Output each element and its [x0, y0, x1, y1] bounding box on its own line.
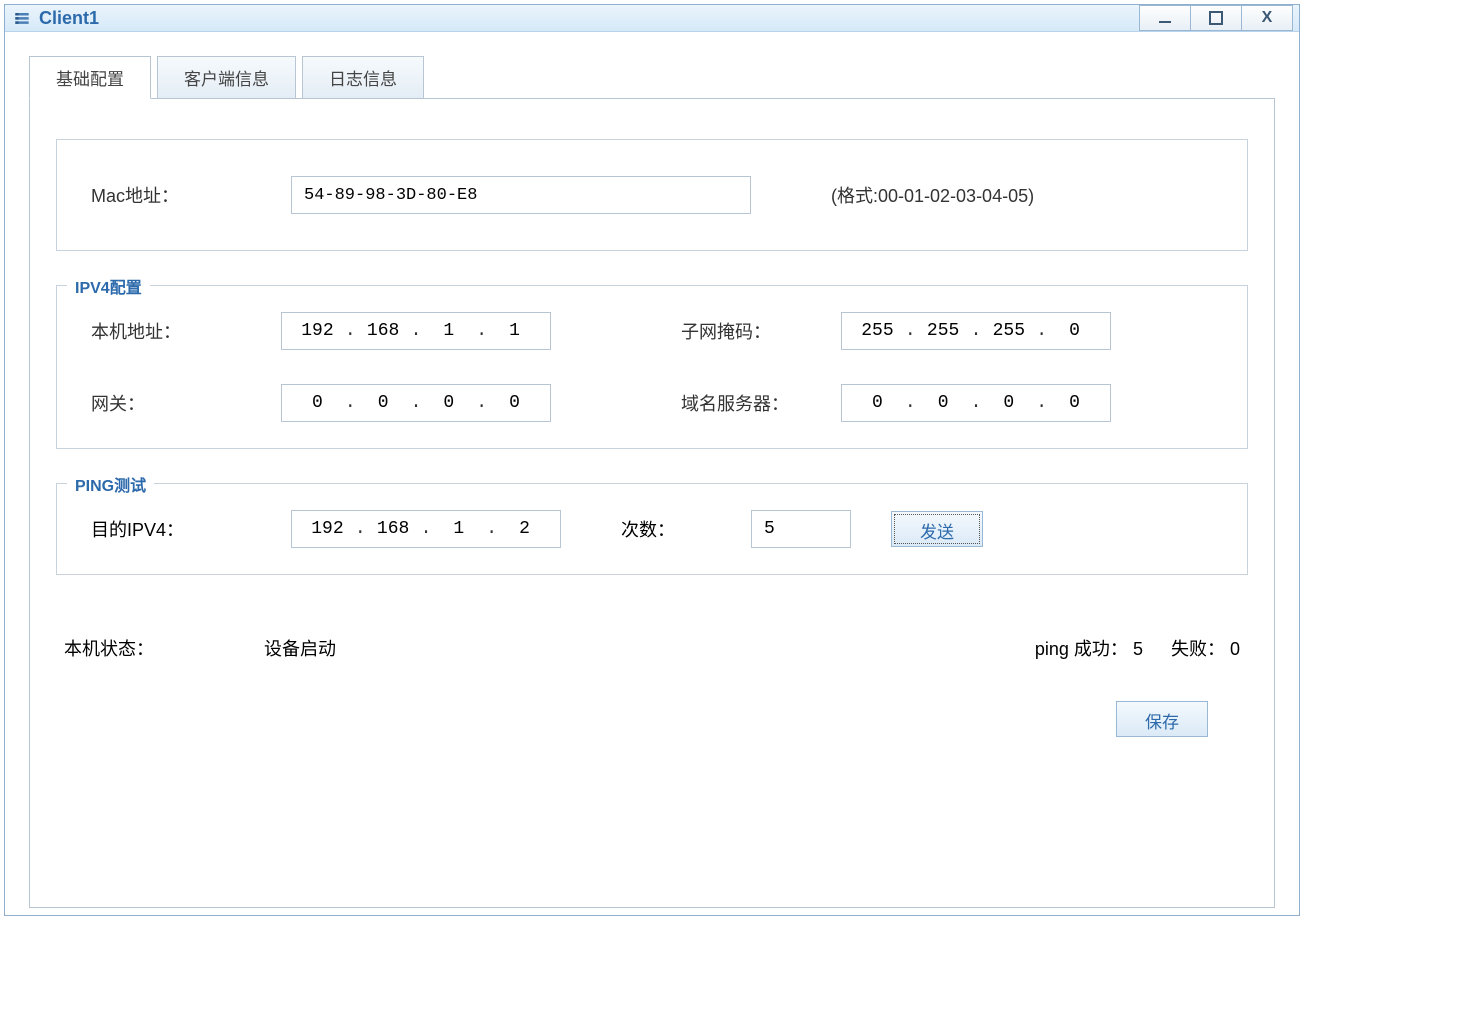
- ip-octet[interactable]: [857, 393, 897, 413]
- ip-octet[interactable]: [429, 393, 469, 413]
- dns-label: 域名服务器：: [681, 390, 841, 416]
- window-controls: X: [1140, 5, 1293, 31]
- gateway-label: 网关：: [91, 390, 281, 416]
- mask-label: 子网掩码：: [681, 318, 841, 344]
- minimize-button[interactable]: [1139, 5, 1191, 31]
- app-window: Client1 X 基础配置 客户端信息 日志信息 Mac地址： (格式:00-…: [4, 4, 1300, 916]
- count-label: 次数：: [621, 516, 751, 542]
- tab-basic-config[interactable]: 基础配置: [29, 56, 151, 99]
- ip-octet[interactable]: [505, 519, 545, 539]
- ip-octet[interactable]: [429, 321, 469, 341]
- tab-log-info[interactable]: 日志信息: [302, 56, 424, 98]
- gateway-input[interactable]: . . .: [281, 384, 551, 422]
- ping-fail-label: 失败：: [1171, 639, 1225, 659]
- status-label: 本机状态：: [64, 635, 264, 661]
- status-row: 本机状态： 设备启动 ping 成功： 5 失败： 0: [56, 635, 1248, 661]
- ping-fail-value: 0: [1230, 639, 1240, 659]
- ip-octet[interactable]: [923, 321, 963, 341]
- ip-octet[interactable]: [1055, 321, 1095, 341]
- count-input[interactable]: [751, 510, 851, 548]
- ip-octet[interactable]: [297, 321, 337, 341]
- ip-octet[interactable]: [363, 393, 403, 413]
- app-icon: [11, 7, 33, 29]
- mac-input[interactable]: [291, 176, 751, 214]
- ipv4-legend: IPV4配置: [67, 274, 150, 298]
- ping-success-value: 5: [1133, 639, 1143, 659]
- ip-octet[interactable]: [1055, 393, 1095, 413]
- maximize-button[interactable]: [1190, 5, 1242, 31]
- save-button[interactable]: 保存: [1116, 701, 1208, 737]
- ip-octet[interactable]: [857, 321, 897, 341]
- ip-octet[interactable]: [307, 519, 347, 539]
- mac-label: Mac地址：: [91, 182, 291, 208]
- send-button[interactable]: 发送: [891, 511, 983, 547]
- tabs-header: 基础配置 客户端信息 日志信息: [29, 56, 1275, 98]
- mac-hint: (格式:00-01-02-03-04-05): [831, 182, 1034, 208]
- ping-result: ping 成功： 5 失败： 0: [1035, 635, 1240, 661]
- window-title: Client1: [39, 8, 1140, 29]
- ip-octet[interactable]: [989, 393, 1029, 413]
- local-ip-label: 本机地址：: [91, 318, 281, 344]
- mac-section: Mac地址： (格式:00-01-02-03-04-05): [56, 139, 1248, 251]
- close-icon: X: [1262, 9, 1273, 27]
- ip-octet[interactable]: [923, 393, 963, 413]
- titlebar: Client1 X: [5, 5, 1299, 32]
- ping-fail: 失败： 0: [1171, 635, 1240, 661]
- ping-legend: PING测试: [67, 472, 154, 496]
- ip-octet[interactable]: [439, 519, 479, 539]
- close-button[interactable]: X: [1241, 5, 1293, 31]
- tab-panel-basic: Mac地址： (格式:00-01-02-03-04-05) IPV4配置 本机地…: [29, 98, 1275, 908]
- ip-octet[interactable]: [495, 393, 535, 413]
- ping-fieldset: PING测试 目的IPV4： . . . 次数： 发送: [56, 483, 1248, 575]
- dest-ip-label: 目的IPV4：: [91, 516, 291, 542]
- ip-octet[interactable]: [297, 393, 337, 413]
- ping-success: ping 成功： 5: [1035, 635, 1143, 661]
- dns-input[interactable]: . . .: [841, 384, 1111, 422]
- local-ip-input[interactable]: . . .: [281, 312, 551, 350]
- ip-octet[interactable]: [363, 321, 403, 341]
- ip-octet[interactable]: [989, 321, 1029, 341]
- ip-octet[interactable]: [373, 519, 413, 539]
- tab-client-info[interactable]: 客户端信息: [157, 56, 296, 98]
- save-row: 保存: [56, 701, 1248, 737]
- ip-octet[interactable]: [495, 321, 535, 341]
- status-value: 设备启动: [264, 635, 1035, 661]
- content-area: 基础配置 客户端信息 日志信息 Mac地址： (格式:00-01-02-03-0…: [5, 32, 1299, 932]
- mask-input[interactable]: . . .: [841, 312, 1111, 350]
- dest-ip-input[interactable]: . . .: [291, 510, 561, 548]
- ping-success-label: ping 成功：: [1035, 639, 1128, 659]
- ipv4-fieldset: IPV4配置 本机地址： . . . 子网掩码： . . .: [56, 285, 1248, 449]
